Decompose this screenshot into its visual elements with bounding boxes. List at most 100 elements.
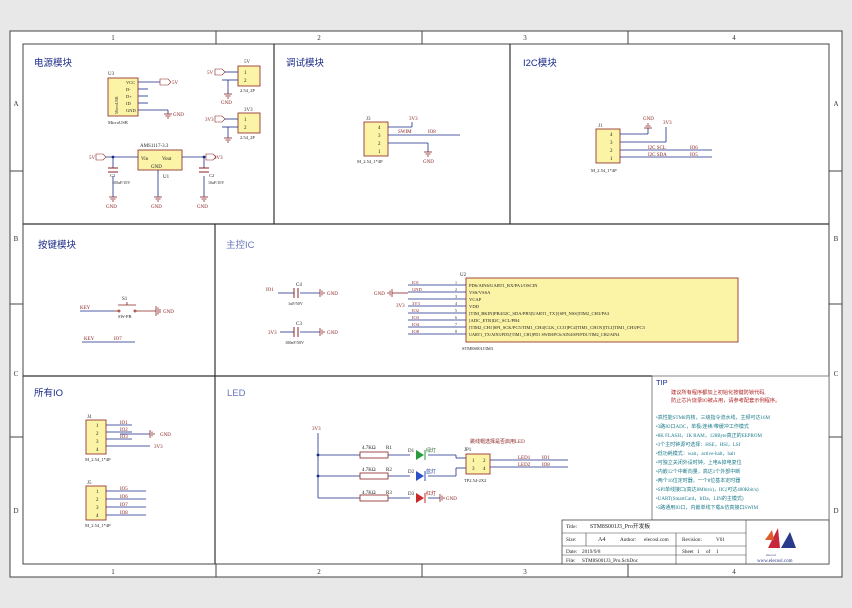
s1-name: SW-PB: [118, 314, 132, 319]
d-color: 蓝灯: [426, 468, 436, 475]
j5io-name: M_2.54_1*4P: [85, 523, 111, 528]
j4-net: 3V3: [154, 445, 163, 450]
j5io-net: IO7: [120, 503, 128, 508]
c4-val: 1uF/50V: [288, 301, 303, 306]
j3-ref: J3: [366, 117, 371, 122]
gnd-label: GND: [423, 160, 434, 165]
tb-sheet-value: 1: [697, 549, 700, 555]
c3-net: 3V3: [268, 331, 277, 336]
j4-net: IO1: [120, 421, 128, 426]
col-label: 3: [523, 34, 527, 42]
d-color: 绿灯: [426, 447, 436, 454]
tip-item: •3个主时钟源可选择：HSE，HSI，LSI: [656, 441, 741, 448]
key-io: IO7: [114, 337, 122, 342]
resistor: [359, 451, 389, 459]
u2-net: 3V3: [412, 301, 420, 306]
d-color: 红灯: [426, 490, 436, 497]
j6-label: 3V3: [244, 108, 253, 113]
row-label: B: [834, 235, 839, 243]
led-3v3: 3V3: [312, 427, 321, 432]
s1-ref: S1: [122, 297, 128, 302]
u2-pin-num: 5: [455, 308, 457, 313]
reg-ref: U1: [163, 175, 170, 180]
tb-file-value: STM8S001J3_Pro.SchDoc: [582, 558, 639, 564]
c2-val: 10uF/10V: [208, 180, 224, 185]
tb-size-label: Size:: [566, 537, 577, 543]
u3-name: MicroUSB: [108, 120, 128, 125]
reg-name: AMS1117-3.3: [140, 144, 169, 149]
row-label: D: [833, 507, 838, 515]
section-title-i2c: I2C模块: [523, 57, 557, 69]
led-note: 跳线帽选择是否启用LED: [470, 438, 525, 445]
gnd-label: GND: [643, 117, 654, 122]
row-label: A: [833, 100, 838, 108]
led-io: IO1: [542, 456, 550, 461]
row-label: C: [14, 370, 19, 378]
jp-ref: JP1: [464, 448, 472, 453]
reg-gnd: GND: [151, 165, 162, 170]
u2-net: IO3: [412, 315, 420, 320]
u2-pin-num: 1: [455, 280, 457, 285]
tb-title-value: STM8S001J3_Pro开发板: [590, 522, 650, 530]
j4-ref: J4: [87, 415, 92, 420]
reg-vout: Vout: [162, 157, 172, 162]
c3-val: 100nF/50V: [285, 340, 304, 345]
gnd-label: GND: [173, 113, 184, 118]
vin-net: 5V: [89, 156, 96, 161]
tip-intro: 防止芯片烧录IO被占用，请参考配套示例程序。: [671, 396, 780, 404]
tip-title: TIP: [656, 378, 668, 387]
c4-net: IO1: [266, 288, 274, 293]
tip-item: •可独立关闭外设时钟，上电&掉电复位: [656, 459, 742, 466]
io-scl: IO6: [690, 146, 698, 151]
net-3v3: 3V3: [396, 304, 405, 309]
j5io-net: IO8: [120, 511, 128, 516]
col-label: 4: [732, 568, 736, 576]
vout-net: 3V3: [214, 156, 223, 161]
tip-item: •5路通用IO口，内嵌单线下载&仿真接口SWIM: [656, 504, 759, 511]
section-title-io: 所有IO: [34, 387, 63, 399]
j3-body: [363, 121, 389, 157]
gnd-label: GND: [106, 205, 117, 210]
j5-ref: J5: [87, 481, 92, 486]
gnd-label: GND: [446, 497, 457, 502]
r-ref: R3: [386, 491, 392, 496]
tip-item: •高性能STM8内核，三级指令流水线，主频可达16M: [656, 414, 771, 421]
d-ref: D1: [408, 449, 415, 454]
j6-net: 3V3: [205, 118, 214, 123]
tb-title-label: Title:: [566, 524, 578, 530]
u2-net: IO2: [412, 308, 419, 313]
gnd-label: GND: [374, 292, 385, 297]
led-net: LED2: [518, 463, 531, 468]
j6-body: [237, 112, 261, 134]
c1-ref: C1: [110, 173, 115, 178]
u2-net: GND: [412, 287, 422, 292]
tip-item: •内嵌12个中断向量，高达1个外部中断: [656, 468, 740, 475]
scl-label: I2C SCL: [648, 146, 666, 151]
row-label: C: [834, 370, 839, 378]
u2-pin-num: 2: [455, 287, 457, 292]
u2-ref: U2: [460, 273, 467, 278]
u2-pin: PD6/AIN6/UART1_RX/PA1/OSCIN: [469, 283, 538, 288]
j5-label: 5V: [244, 60, 251, 65]
u3-pin: GND: [126, 108, 136, 113]
reg-vin: Vin: [141, 157, 149, 162]
tb-file-label: File:: [566, 558, 576, 564]
u2-name: STM8S001J3M3: [462, 346, 494, 351]
u2-pin-num: 8: [455, 329, 457, 334]
gnd-label: GND: [151, 205, 162, 210]
logo-text: elecosl: [766, 553, 776, 557]
gnd-label: GND: [327, 331, 338, 336]
u2-pin-num: 7: [455, 322, 457, 327]
led-net: LED1: [518, 456, 531, 461]
title-block: Title: STM8S001J3_Pro开发板 Size: A4 Author…: [561, 519, 830, 565]
j1-ref: J1: [598, 124, 603, 129]
tb-date-label: Date:: [566, 549, 578, 555]
io-label: IO8: [428, 130, 436, 135]
r-val: 4.7KΩ: [362, 468, 376, 473]
j5-name: 2.54_2P: [240, 88, 255, 93]
key-net: KEY: [80, 306, 91, 311]
section-title-debug: 调试模块: [286, 57, 325, 69]
u3-pin: D+: [126, 94, 132, 99]
c4-ref: C4: [296, 283, 302, 288]
u2-pin: VDD: [469, 304, 480, 309]
